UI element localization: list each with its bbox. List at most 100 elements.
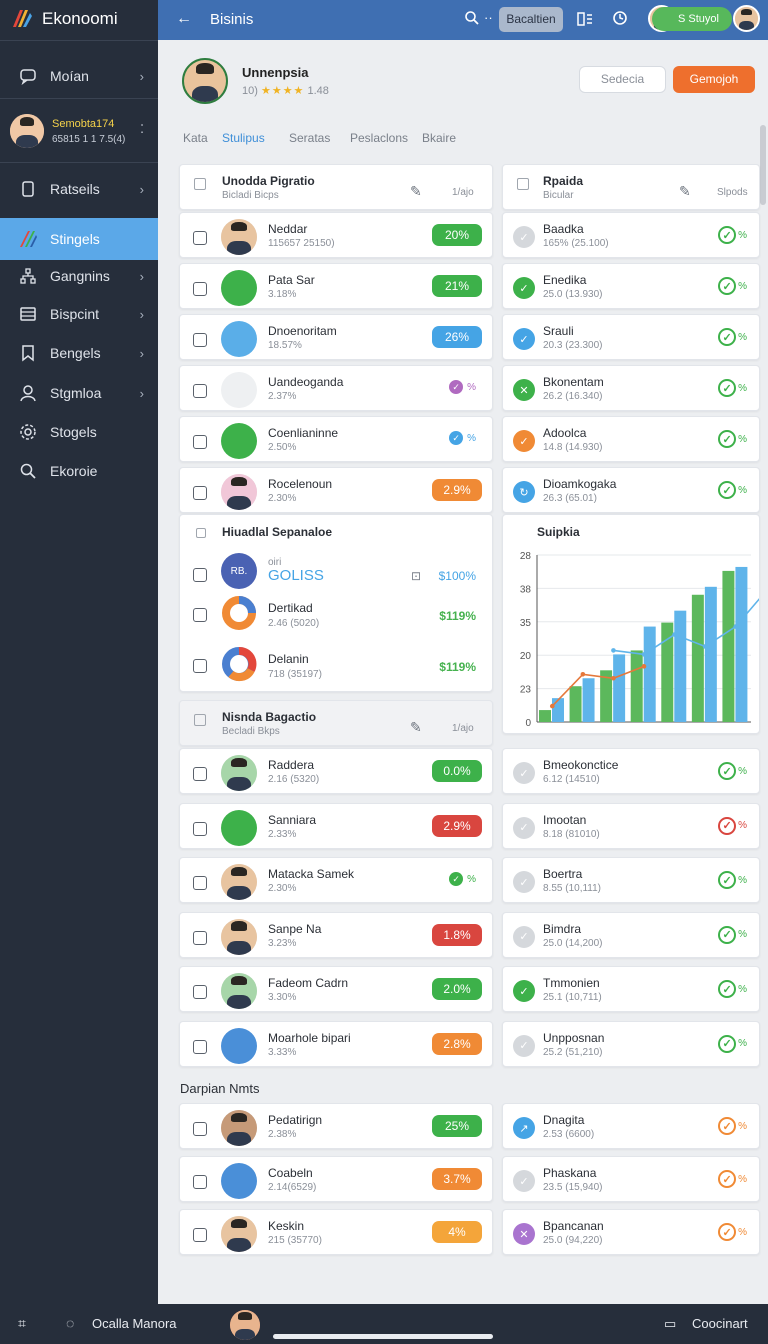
sidebar-item-stogels[interactable]: Stogels [0, 412, 158, 452]
checkbox[interactable] [196, 528, 206, 538]
check-indicator[interactable]: ✓% [718, 1170, 747, 1188]
sidebar-item-stingels[interactable]: Stingels [0, 218, 158, 260]
more-icon[interactable]: ⁚ [140, 122, 144, 136]
row-checkbox[interactable] [193, 1175, 207, 1189]
row-checkbox[interactable] [193, 1228, 207, 1242]
row-checkbox[interactable] [193, 384, 207, 398]
list-row[interactable]: ✓ Adoolca 14.8 (14.930) ✓% [502, 416, 760, 462]
list-row[interactable]: Sanniara 2.33% 2.9% [179, 802, 493, 849]
list-row[interactable]: ✓ Imootan 8.18 (81010) ✓% [502, 802, 760, 849]
sidebar-item-stgmloa[interactable]: Stgmloa › [0, 373, 158, 413]
check-indicator[interactable]: ✓% [718, 226, 747, 244]
list-row[interactable]: ✓ Boertra 8.55 (10,111) ✓% [502, 857, 760, 903]
tab-peslaclons[interactable]: Peslaclons [350, 131, 408, 145]
check-indicator[interactable]: ✓% [718, 762, 747, 780]
row-checkbox[interactable] [193, 659, 207, 673]
row-checkbox[interactable] [193, 876, 207, 890]
check-indicator[interactable]: ✓% [718, 1034, 747, 1053]
primary-button[interactable]: Gemojoh [673, 66, 755, 93]
row-checkbox[interactable] [193, 435, 207, 449]
row-checkbox[interactable] [193, 486, 207, 500]
sidebar-item-bengels[interactable]: Bengels › [0, 333, 158, 373]
check-indicator[interactable]: ✓% [718, 1117, 747, 1135]
list-row[interactable]: ✓ Phaskana 23.5 (15,940) ✓% [502, 1156, 760, 1202]
home-indicator[interactable] [273, 1334, 493, 1339]
list-row[interactable]: ✓ Bimdra 25.0 (14,200) ✓% [502, 911, 760, 958]
sidebar-item-gangnins[interactable]: Gangnins › [0, 256, 158, 296]
list-row[interactable]: Moarhole bipari 3.33% 2.8% [179, 1020, 493, 1067]
list-icon[interactable] [576, 10, 594, 32]
check-indicator[interactable]: ✓% [718, 1223, 747, 1241]
list-row[interactable]: Dnoenoritam 18.57% 26% [179, 314, 493, 360]
list-row[interactable]: Sanpe Na 3.23% 1.8% [179, 911, 493, 958]
app-logo[interactable]: Ekonoomi [10, 6, 118, 32]
tab-stulipus[interactable]: Stulipus [222, 131, 265, 145]
list-row[interactable]: Pedatirign 2.38% 25% [179, 1103, 493, 1149]
check-indicator[interactable]: ✓% [718, 871, 747, 889]
back-arrow-icon[interactable]: ← [176, 10, 192, 28]
tab-seratas[interactable]: Seratas [289, 131, 330, 145]
list-row[interactable]: Rocelenoun 2.30% 2.9% [179, 467, 493, 513]
clock-icon[interactable] [612, 10, 628, 30]
row-checkbox[interactable] [193, 767, 207, 781]
list-row[interactable]: ↗ Dnagita 2.53 (6600) ✓% [502, 1103, 760, 1149]
tab-kata[interactable]: Kata [183, 131, 208, 145]
list-row[interactable]: ✓ Srauli 20.3 (23.300) ✓% [502, 314, 760, 360]
list-row[interactable]: Raddera 2.16 (5320) 0.0% [179, 748, 493, 794]
more-icon[interactable]: ·· [484, 10, 493, 25]
row-checkbox[interactable] [193, 231, 207, 245]
list-row[interactable]: Coenlianinne 2.50% ✓% [179, 416, 493, 462]
search-button[interactable]: Bacaltien [499, 7, 563, 32]
avatar[interactable] [230, 1310, 260, 1340]
list-row[interactable]: ✓ Unpposnan 25.2 (51,210) ✓% [502, 1020, 760, 1067]
edit-icon[interactable]: ✎ [679, 183, 691, 200]
list-row[interactable]: Keskin 215 (35770) 4% [179, 1209, 493, 1255]
list-row[interactable]: ✓ Baadka 165% (25.100) ✓% [502, 212, 760, 258]
tab-bkaire[interactable]: Bkaire [422, 131, 456, 145]
document-icon[interactable]: ▭ [664, 1316, 676, 1332]
row-checkbox[interactable] [193, 1039, 207, 1054]
bottom-left-label[interactable]: Ocalla Manora [92, 1316, 177, 1331]
list-row[interactable]: Pata Sar 3.18% 21% [179, 263, 493, 309]
list-row[interactable]: ✕ Bkonentam 26.2 (16.340) ✓% [502, 365, 760, 411]
sidebar-item-main[interactable]: Moían › [0, 56, 158, 96]
list-row[interactable]: Matacka Samek 2.30% ✓% [179, 857, 493, 903]
check-indicator[interactable]: ✓% [718, 980, 747, 998]
list-row[interactable]: Neddar 115657 25150) 20% [179, 212, 493, 258]
row-checkbox[interactable] [193, 568, 207, 582]
sidebar-item-ekoroie[interactable]: Ekoroie [0, 451, 158, 491]
check-indicator[interactable]: ✓% [718, 816, 747, 835]
check-indicator[interactable]: ✓% [718, 925, 747, 944]
list-row[interactable]: ✓ Enedika 25.0 (13.930) ✓% [502, 263, 760, 309]
edit-icon[interactable]: ✎ [410, 719, 422, 736]
user-badge[interactable]: S Stuyol [652, 7, 732, 31]
sidebar-item-bispcint[interactable]: Bispcint › [0, 294, 158, 334]
row-checkbox[interactable] [193, 930, 207, 945]
check-indicator[interactable]: ✓% [718, 481, 747, 499]
check-indicator[interactable]: ✓% [718, 430, 747, 448]
check-indicator[interactable]: ✓% [718, 328, 747, 346]
search-icon[interactable] [464, 10, 480, 29]
row-checkbox[interactable] [193, 1122, 207, 1136]
check-indicator[interactable]: ✓% [718, 277, 747, 295]
scrollbar[interactable] [760, 125, 766, 205]
list-row[interactable]: Coabeln 2.14(6529) 3.7% [179, 1156, 493, 1202]
row-checkbox[interactable] [193, 821, 207, 836]
grid-icon[interactable]: ⌗ [18, 1315, 26, 1332]
sidebar-user[interactable]: Semobta174 65815 1 1 7.5(4) ⁚ [10, 112, 150, 152]
list-row[interactable]: Uandeoganda 2.37% ✓% [179, 365, 493, 411]
sidebar-item-ratseils[interactable]: Ratseils › [0, 169, 158, 209]
check-indicator[interactable]: ✓% [718, 379, 747, 397]
select-all-checkbox[interactable] [194, 178, 206, 190]
check-circle-icon[interactable]: ◌ [66, 1315, 74, 1331]
row-checkbox[interactable] [193, 608, 207, 622]
select-all-checkbox[interactable] [517, 178, 529, 190]
avatar[interactable] [733, 5, 760, 32]
row-checkbox[interactable] [193, 333, 207, 347]
row-checkbox[interactable] [193, 985, 207, 999]
list-row[interactable]: ✕ Bpancanan 25.0 (94,220) ✓% [502, 1209, 760, 1255]
select-all-checkbox[interactable] [194, 714, 206, 726]
list-row[interactable]: ✓ Bmeokonctice 6.12 (14510) ✓% [502, 748, 760, 794]
secondary-button[interactable]: Sedecia [579, 66, 666, 93]
row-checkbox[interactable] [193, 282, 207, 296]
